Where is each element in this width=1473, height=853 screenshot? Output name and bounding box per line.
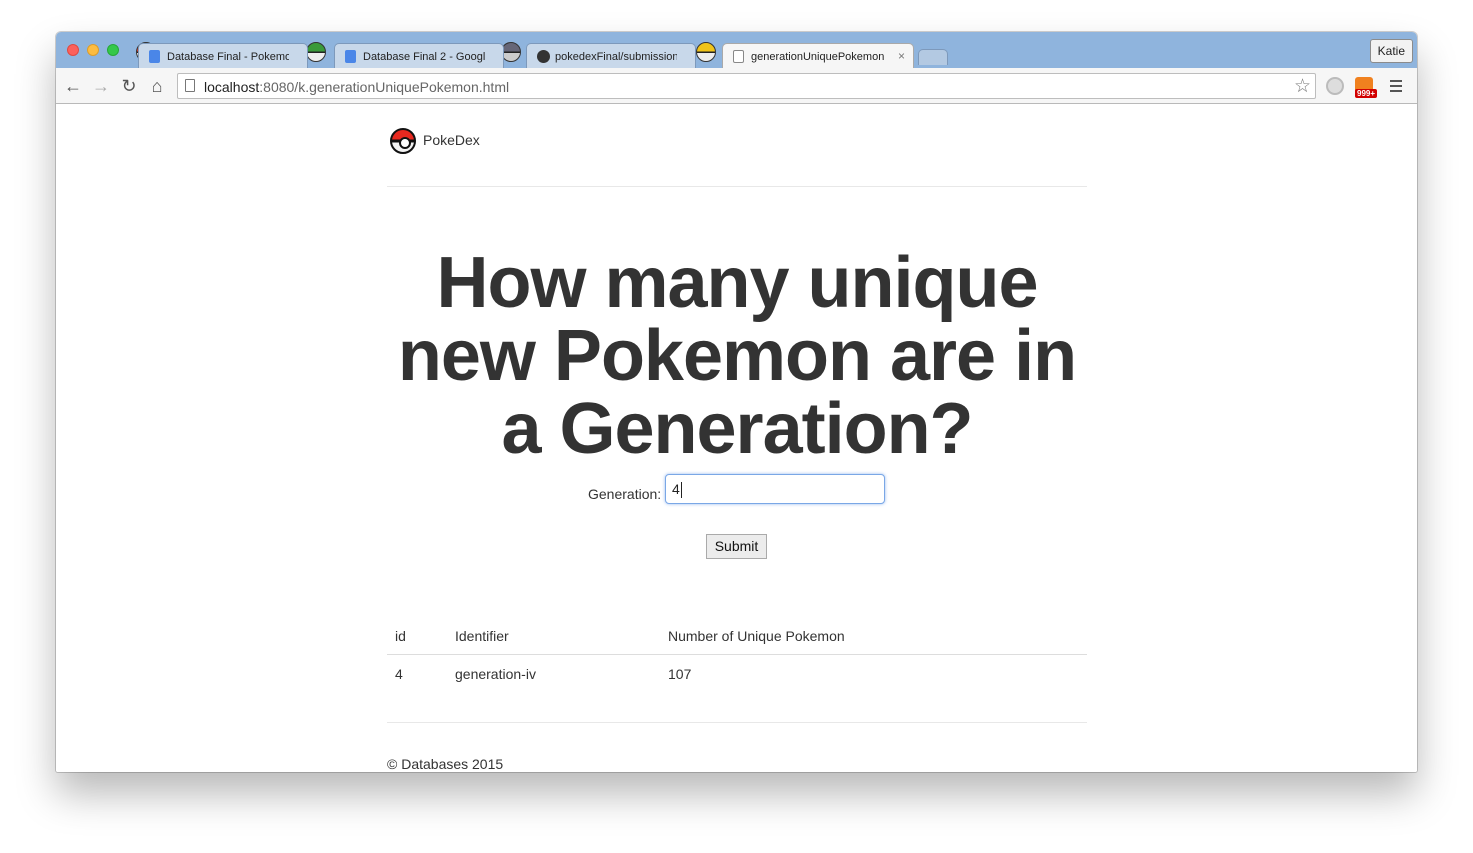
rss-badge: 999+ [1355,89,1378,98]
table-header-row: id Identifier Number of Unique Pokemon [387,617,1087,655]
address-bar[interactable]: localhost:8080/k.generationUniquePokemon… [177,73,1316,99]
footer-divider [387,722,1087,723]
page-title: How many unique new Pokemon are in a Gen… [397,243,1077,469]
pokeball-logo-icon [390,128,416,154]
github-icon [537,50,550,63]
pokeball-decoration-icon [306,42,326,62]
back-arrow-icon[interactable]: ← [62,75,84,97]
tab-pokedex-final[interactable]: pokedexFinal/submission [526,43,696,68]
page-icon [733,50,744,63]
table-row: 4 generation-iv 107 [387,655,1087,694]
text-cursor [680,482,682,499]
forward-arrow-icon[interactable]: → [90,75,112,97]
browser-window: Database Final - Pokemon Database Final … [56,32,1417,772]
tab-title: Database Final - Pokemon [167,51,289,63]
cell-unique-count: 107 [668,666,692,682]
submit-button[interactable]: Submit [706,534,767,559]
tab-database-final-2[interactable]: Database Final 2 - Google [334,43,504,68]
pokeball-decoration-icon [696,42,716,62]
tab-title: generationUniquePokemon [751,51,885,63]
tab-database-final[interactable]: Database Final - Pokemon [138,43,308,68]
tab-strip: Database Final - Pokemon Database Final … [56,32,1417,68]
url-text[interactable]: localhost:8080/k.generationUniquePokemon… [204,79,509,95]
column-header-unique-count: Number of Unique Pokemon [660,617,1087,655]
minimize-window-button[interactable] [87,44,99,56]
close-window-button[interactable] [67,44,79,56]
profile-button[interactable]: Katie [1369,39,1413,63]
home-icon[interactable]: ⌂ [146,75,168,97]
page-viewport: PokeDex How many unique new Pokemon are … [56,104,1417,772]
page-icon [185,79,195,92]
google-docs-icon [149,50,160,63]
tab-close-icon[interactable]: × [898,49,905,63]
column-header-id: id [387,617,447,655]
rss-feed-icon[interactable]: 999+ [1355,77,1378,98]
generation-input-value: 4 [672,481,680,497]
tab-title: Database Final 2 - Google [363,51,485,63]
browser-toolbar: ← → ↻ ⌂ localhost:8080/k.generationUniqu… [56,68,1417,104]
generation-label: Generation: [588,486,662,502]
pokeball-decoration-icon [501,42,521,62]
brand-name: PokeDex [423,132,480,148]
tab-title: pokedexFinal/submission [555,51,677,63]
tab-generation-unique-pokemon[interactable]: generationUniquePokemon × [722,43,914,68]
footer-text: © Databases 2015 [387,756,504,772]
reload-icon[interactable]: ↻ [118,75,140,97]
menu-icon[interactable] [1390,77,1408,95]
google-docs-icon [345,50,356,63]
generation-form: Generation: 4 [387,474,1087,504]
bookmark-star-icon[interactable]: ☆ [1294,75,1311,98]
url-path: :8080/k.generationUniquePokemon.html [259,79,510,95]
column-header-identifier: Identifier [447,617,660,655]
new-tab-button[interactable] [918,49,948,65]
url-host: localhost [204,79,260,95]
results-table: id Identifier Number of Unique Pokemon 4… [387,617,1087,693]
zoom-window-button[interactable] [107,44,119,56]
cell-id: 4 [395,666,403,682]
cell-identifier: generation-iv [455,666,536,682]
header-divider [387,186,1087,187]
extension-icon[interactable] [1326,77,1344,95]
generation-input[interactable]: 4 [665,474,885,504]
